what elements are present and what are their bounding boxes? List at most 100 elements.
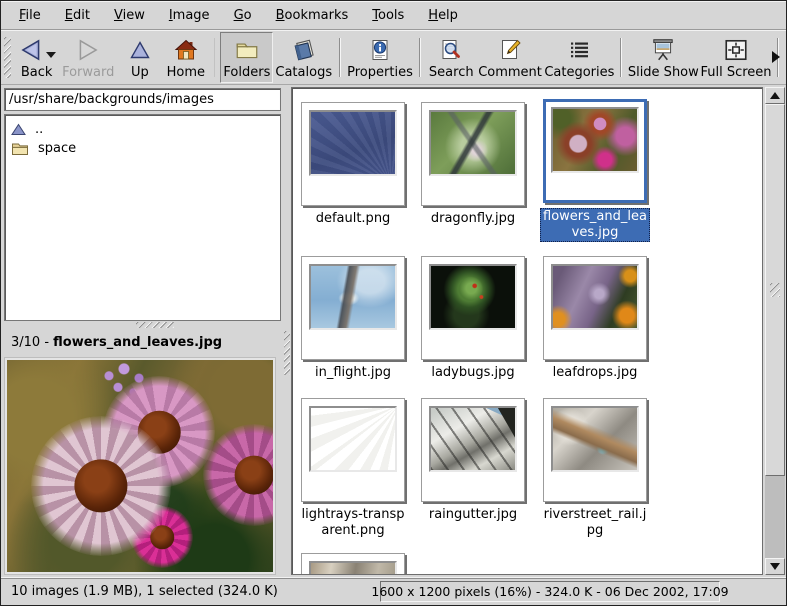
thumbnail-frame: [301, 553, 405, 575]
menu-tools[interactable]: Tools: [360, 1, 416, 29]
menu-view[interactable]: View: [102, 1, 157, 29]
thumbnail-ladybugs-jpg[interactable]: ladybugs.jpg: [418, 256, 528, 381]
vertical-scrollbar[interactable]: [765, 87, 785, 575]
menu-file-label: File: [19, 8, 41, 23]
thumbnail-lightrays-transparent-png[interactable]: lightrays-transparent.png: [298, 398, 408, 539]
back-label: Back: [21, 65, 53, 80]
back-history-dropdown-icon[interactable]: [46, 52, 56, 58]
folder-row-parent[interactable]: ..: [7, 120, 278, 139]
home-label: Home: [167, 65, 205, 80]
statusbar: 10 images (1.9 MB), 1 selected (324.0 K)…: [1, 577, 786, 605]
thumbnail-label: flowers_and_leaves.jpg: [540, 208, 650, 242]
thumbnail-frame: [543, 398, 647, 502]
up-icon: [128, 38, 152, 62]
list-icon: [567, 38, 591, 62]
scrollbar-trough[interactable]: [765, 476, 785, 558]
scrollbar-thumb[interactable]: [765, 104, 785, 476]
splitter-grip: [284, 331, 290, 375]
book-icon: [291, 37, 317, 63]
properties-button[interactable]: Properties: [346, 32, 414, 83]
fullscreen-icon: [723, 37, 749, 63]
folder-row-space[interactable]: space: [7, 139, 278, 158]
back-icon: [18, 37, 44, 63]
menu-file[interactable]: File: [7, 1, 53, 29]
menu-go[interactable]: Go: [222, 1, 264, 29]
thumbnail-riverstreet-rail-jpg[interactable]: riverstreet_rail.jpg: [540, 398, 650, 539]
toolbar-overflow-arrow[interactable]: [772, 51, 780, 63]
thumbnail-label: dragonfly.jpg: [418, 211, 528, 227]
categories-button[interactable]: Categories: [543, 32, 615, 83]
toolbar-separator: [339, 38, 341, 77]
thumbnail-label: leafdrops.jpg: [540, 365, 650, 381]
toolbar-drag-handle[interactable]: [4, 37, 11, 78]
scroll-up-button[interactable]: [765, 87, 785, 104]
vertical-splitter[interactable]: [283, 85, 291, 577]
menu-view-label: View: [114, 8, 145, 23]
search-button[interactable]: Search: [426, 32, 477, 83]
forward-button[interactable]: Forward: [60, 32, 117, 83]
up-label: Up: [131, 65, 149, 80]
statusbar-file-count: 10 images (1.9 MB), 1 selected (324.0 K): [3, 584, 377, 599]
properties-label: Properties: [347, 65, 413, 80]
folder-list[interactable]: .. space: [4, 114, 281, 321]
menu-help[interactable]: Help: [416, 1, 470, 29]
toolbar: Back Forward Up Home: [1, 30, 786, 85]
gthumb-window: File Edit View Image Go Bookmarks Tools …: [0, 0, 787, 606]
back-button[interactable]: Back: [14, 32, 60, 83]
main-content: /usr/share/backgrounds/images .. space 3…: [1, 85, 786, 577]
thumbnail-leafdrops-jpg[interactable]: leafdrops.jpg: [540, 256, 650, 381]
thumbnail-frame: [543, 256, 647, 360]
folders-label: Folders: [223, 65, 270, 80]
thumbnail-browser[interactable]: default.png dragonfly.jpg flowers_and_le…: [291, 87, 763, 575]
menu-tools-label: Tools: [372, 8, 404, 23]
categories-label: Categories: [544, 65, 614, 80]
thumbnail-flowers-and-leaves-jpg[interactable]: flowers_and_leaves.jpg: [540, 99, 650, 242]
thumbnail-in-flight-jpg[interactable]: in_flight.jpg: [298, 256, 408, 381]
menubar: File Edit View Image Go Bookmarks Tools …: [1, 1, 786, 30]
preview-status: 3/10 - flowers_and_leaves.jpg: [4, 329, 283, 355]
thumbnail-raingutter-jpg[interactable]: raingutter.jpg: [418, 398, 528, 523]
up-button[interactable]: Up: [117, 32, 163, 83]
preview-status-position: 3/10 -: [11, 335, 53, 350]
thumbnail-image: [309, 264, 397, 330]
thumbnail-label: in_flight.jpg: [298, 365, 408, 381]
menu-image[interactable]: Image: [157, 1, 222, 29]
menu-image-label: Image: [169, 8, 210, 23]
toolbar-separator: [620, 38, 622, 77]
thumbnail-partial[interactable]: [298, 553, 408, 575]
thumbnail-image: [429, 406, 517, 472]
full-screen-button[interactable]: Full Screen: [700, 32, 773, 83]
search-icon: [439, 38, 463, 62]
menu-bookmarks-label: Bookmarks: [276, 8, 349, 23]
folders-button[interactable]: Folders: [220, 32, 273, 83]
menu-edit-label: Edit: [65, 8, 90, 23]
thumbnail-image: [551, 406, 639, 472]
thumbnail-image: [551, 107, 639, 173]
catalogs-label: Catalogs: [275, 65, 332, 80]
comment-button[interactable]: Comment: [477, 32, 544, 83]
horizontal-splitter[interactable]: [4, 321, 283, 329]
menu-edit[interactable]: Edit: [53, 1, 102, 29]
thumbnail-frame: [301, 102, 405, 206]
toolbar-separator: [419, 38, 421, 77]
thumbnail-dragonfly-jpg[interactable]: dragonfly.jpg: [418, 102, 528, 227]
thumbnail-frame: [421, 256, 525, 360]
slide-show-button[interactable]: Slide Show: [627, 32, 700, 83]
home-button[interactable]: Home: [163, 32, 209, 83]
up-triangle-icon: [11, 123, 26, 136]
slide-show-label: Slide Show: [628, 65, 699, 80]
thumbnail-image: [429, 264, 517, 330]
folder-row-label: ..: [35, 122, 43, 137]
menu-go-label: Go: [234, 8, 252, 23]
menu-bookmarks[interactable]: Bookmarks: [264, 1, 361, 29]
toolbar-separator: [214, 38, 216, 77]
comment-icon: [498, 38, 522, 62]
location-entry[interactable]: /usr/share/backgrounds/images: [4, 88, 281, 111]
menu-help-label: Help: [428, 8, 458, 23]
catalogs-button[interactable]: Catalogs: [273, 32, 334, 83]
folder-row-label: space: [38, 141, 76, 156]
scroll-down-button[interactable]: [765, 558, 785, 575]
thumbnail-default-png[interactable]: default.png: [298, 102, 408, 227]
thumbnail-image: [309, 561, 397, 575]
thumbnail-label: default.png: [298, 211, 408, 227]
